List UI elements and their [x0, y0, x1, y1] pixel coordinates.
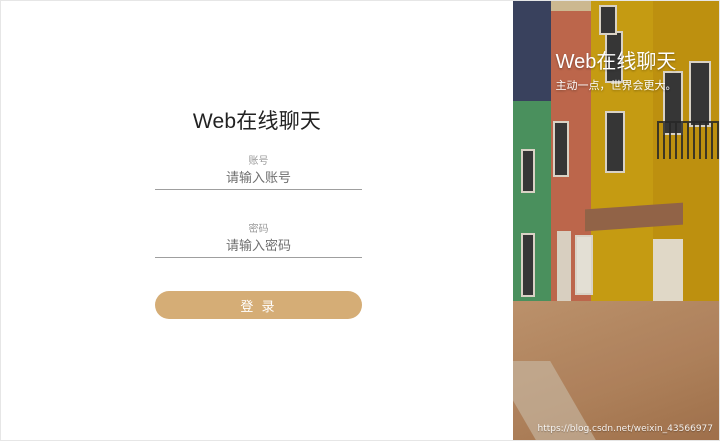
account-input[interactable]: [155, 168, 362, 190]
banner-title: Web在线聊天: [555, 51, 677, 73]
login-title: Web在线聊天: [192, 110, 322, 133]
watermark-text: https://blog.csdn.net/weixin_43566977: [537, 424, 713, 434]
password-input[interactable]: [155, 236, 362, 258]
login-window: Web在线聊天 账号 密码 登 录: [0, 0, 720, 441]
login-panel: Web在线聊天 账号 密码 登 录: [1, 1, 513, 440]
account-label: 账号: [248, 156, 269, 167]
login-button[interactable]: 登 录: [155, 291, 362, 319]
account-field: 账号: [155, 152, 362, 190]
password-label: 密码: [248, 224, 269, 235]
banner-slogan: 主动一点，世界会更大。: [555, 79, 677, 92]
password-field: 密码: [155, 220, 362, 258]
banner-image-panel: Web在线聊天 主动一点，世界会更大。 https://blog.csdn.ne…: [513, 1, 719, 440]
